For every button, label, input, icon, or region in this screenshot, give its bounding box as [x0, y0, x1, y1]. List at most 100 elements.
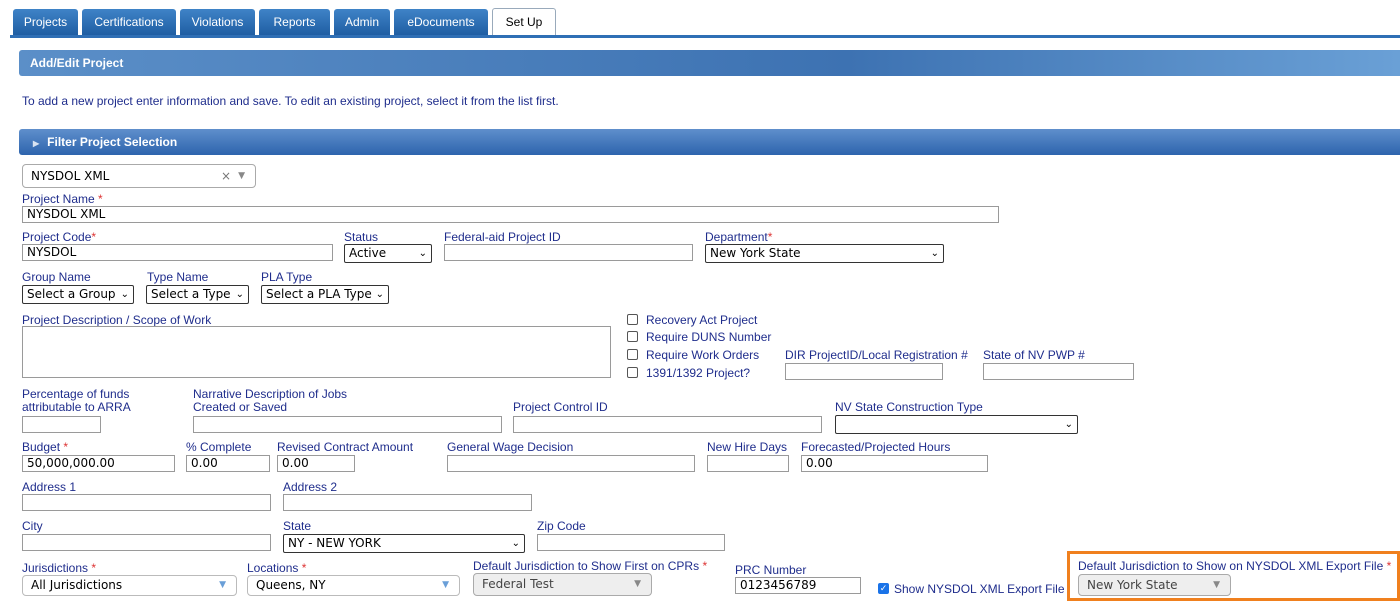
chevron-down-icon: ⌄	[235, 289, 244, 300]
default-export-select[interactable]: New York State ▼	[1078, 574, 1231, 596]
intro-text: To add a new project enter information a…	[22, 94, 559, 108]
project-code-label: Project Code*	[22, 230, 97, 244]
new-hire-days-input[interactable]	[707, 455, 789, 472]
tab-edocuments[interactable]: eDocuments	[394, 9, 488, 35]
chevron-down-icon: ⌄	[511, 538, 520, 549]
dropdown-arrow-icon: ▼	[442, 580, 449, 590]
tab-underline	[10, 35, 1400, 38]
tab-reports[interactable]: Reports	[259, 9, 330, 35]
city-label: City	[22, 519, 43, 533]
arra-pct-input[interactable]	[22, 416, 101, 433]
default-cpr-select[interactable]: Federal Test ▼	[473, 573, 652, 596]
revised-amount-input[interactable]: 0.00	[277, 455, 355, 472]
status-label: Status	[344, 230, 379, 244]
project-1391-label: 1391/1392 Project?	[646, 366, 751, 380]
address1-label: Address 1	[22, 480, 77, 494]
dir-id-label: DIR ProjectID/Local Registration #	[785, 348, 968, 362]
project-select-value: NYSDOL XML	[31, 169, 110, 183]
filter-project-selection[interactable]: ▶ Filter Project Selection	[19, 129, 1400, 155]
pla-type-select[interactable]: Select a PLA Type ⌄	[261, 285, 389, 304]
chevron-down-icon: ⌄	[418, 248, 427, 259]
tab-certifications[interactable]: Certifications	[82, 9, 176, 35]
city-input[interactable]	[22, 534, 271, 551]
nv-pwp-input[interactable]	[983, 363, 1134, 380]
state-label: State	[283, 519, 312, 533]
tab-projects[interactable]: Projects	[13, 9, 78, 35]
dropdown-arrow-icon: ▼	[634, 579, 641, 589]
chevron-down-icon: ⌄	[375, 289, 384, 300]
prc-input[interactable]: 0123456789	[735, 577, 861, 594]
page-header: Add/Edit Project	[19, 50, 1400, 76]
wage-decision-input[interactable]	[447, 455, 695, 472]
chevron-down-icon: ⌄	[1064, 419, 1073, 430]
control-id-input[interactable]	[513, 416, 822, 433]
narrative-input[interactable]	[193, 416, 502, 433]
group-name-select[interactable]: Select a Group ⌄	[22, 285, 134, 304]
expand-arrow-icon: ▶	[33, 139, 40, 148]
nv-construction-label: NV State Construction Type	[835, 400, 983, 414]
duns-label: Require DUNS Number	[646, 330, 772, 344]
description-textarea[interactable]	[22, 326, 611, 378]
recovery-act-checkbox[interactable]	[627, 314, 638, 325]
forecast-hours-input[interactable]: 0.00	[801, 455, 988, 472]
show-export-label: Show NYSDOL XML Export File	[894, 582, 1065, 596]
dropdown-arrow-icon: ▼	[219, 580, 226, 590]
revised-amount-label: Revised Contract Amount	[277, 440, 414, 454]
jurisdictions-label: Jurisdictions *	[22, 561, 97, 575]
locations-label: Locations *	[247, 561, 307, 575]
federal-id-label: Federal-aid Project ID	[444, 230, 561, 244]
prc-label: PRC Number	[735, 563, 807, 577]
project-name-label: Project Name *	[22, 192, 103, 206]
project-name-input[interactable]: NYSDOL XML	[22, 206, 999, 223]
pla-type-label: PLA Type	[261, 270, 313, 284]
type-name-label: Type Name	[147, 270, 209, 284]
budget-input[interactable]: 50,000,000.00	[22, 455, 175, 472]
zip-label: Zip Code	[537, 519, 586, 533]
type-name-select[interactable]: Select a Type ⌄	[146, 285, 249, 304]
default-export-label: Default Jurisdiction to Show on NYSDOL X…	[1078, 559, 1392, 573]
department-select[interactable]: New York State ⌄	[705, 244, 944, 263]
work-orders-checkbox[interactable]	[627, 349, 638, 360]
project-1391-checkbox[interactable]	[627, 367, 638, 378]
dir-id-input[interactable]	[785, 363, 943, 380]
pct-complete-label: % Complete	[186, 440, 252, 454]
clear-icon[interactable]: ×	[221, 165, 231, 187]
department-label: Department*	[705, 230, 773, 244]
filter-title: Filter Project Selection	[47, 135, 178, 149]
jurisdictions-select[interactable]: All Jurisdictions ▼	[22, 575, 237, 596]
arra-label-line2: attributable to ARRA	[22, 400, 131, 414]
default-cpr-label: Default Jurisdiction to Show First on CP…	[473, 559, 708, 573]
new-hire-days-label: New Hire Days	[707, 440, 788, 454]
tab-admin[interactable]: Admin	[334, 9, 390, 35]
group-name-label: Group Name	[22, 270, 91, 284]
narrative-label-line2: Created or Saved	[193, 400, 288, 414]
locations-select[interactable]: Queens, NY ▼	[247, 575, 460, 596]
address2-input[interactable]	[283, 494, 532, 511]
tab-violations[interactable]: Violations	[180, 9, 255, 35]
address2-label: Address 2	[283, 480, 338, 494]
work-orders-label: Require Work Orders	[646, 348, 760, 362]
chevron-down-icon: ⌄	[120, 289, 129, 300]
recovery-act-label: Recovery Act Project	[646, 313, 758, 327]
federal-id-input[interactable]	[444, 244, 693, 261]
tab-setup[interactable]: Set Up	[492, 8, 556, 37]
project-select[interactable]: NYSDOL XML × ▼	[22, 164, 256, 188]
nv-construction-select[interactable]: ⌄	[835, 415, 1078, 434]
chevron-down-icon: ⌄	[930, 248, 939, 259]
duns-checkbox[interactable]	[627, 331, 638, 342]
wage-decision-label: General Wage Decision	[447, 440, 574, 454]
zip-input[interactable]	[537, 534, 725, 551]
show-export-checkbox[interactable]: ✓	[878, 583, 889, 594]
status-select[interactable]: Active ⌄	[344, 244, 432, 263]
dropdown-arrow-icon: ▼	[238, 171, 245, 181]
control-id-label: Project Control ID	[513, 400, 608, 414]
page-title: Add/Edit Project	[30, 56, 124, 70]
state-select[interactable]: NY - NEW YORK ⌄	[283, 534, 525, 553]
forecast-hours-label: Forecasted/Projected Hours	[801, 440, 951, 454]
project-code-input[interactable]: NYSDOL	[22, 244, 333, 261]
nv-pwp-label: State of NV PWP #	[983, 348, 1085, 362]
address1-input[interactable]	[22, 494, 271, 511]
dropdown-arrow-icon: ▼	[1213, 580, 1220, 590]
budget-label: Budget *	[22, 440, 69, 454]
pct-complete-input[interactable]: 0.00	[186, 455, 270, 472]
